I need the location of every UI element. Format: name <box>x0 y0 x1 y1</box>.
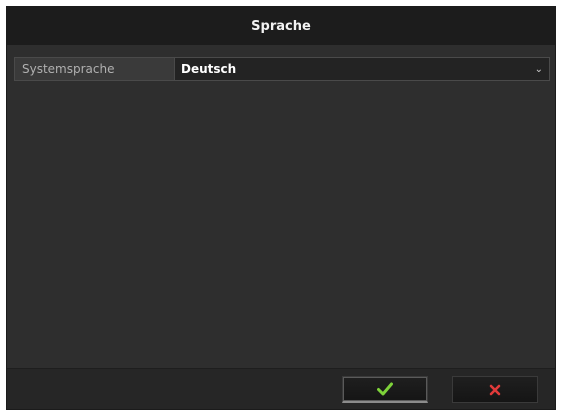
dialog-button-bar <box>7 368 555 409</box>
system-language-row: Systemsprache Deutsch ⌄ <box>14 57 550 81</box>
cancel-button[interactable] <box>452 376 538 403</box>
dialog-titlebar: Sprache <box>7 7 555 45</box>
confirm-button[interactable] <box>342 376 428 403</box>
system-language-label: Systemsprache <box>14 57 174 81</box>
close-icon <box>489 384 501 396</box>
check-icon <box>377 382 393 396</box>
language-dialog: Sprache Systemsprache Deutsch ⌄ <box>6 6 556 410</box>
chevron-down-icon: ⌄ <box>534 63 543 75</box>
system-language-value: Deutsch <box>181 62 237 76</box>
system-language-select[interactable]: Deutsch ⌄ <box>174 57 550 81</box>
dialog-title: Sprache <box>251 18 311 34</box>
